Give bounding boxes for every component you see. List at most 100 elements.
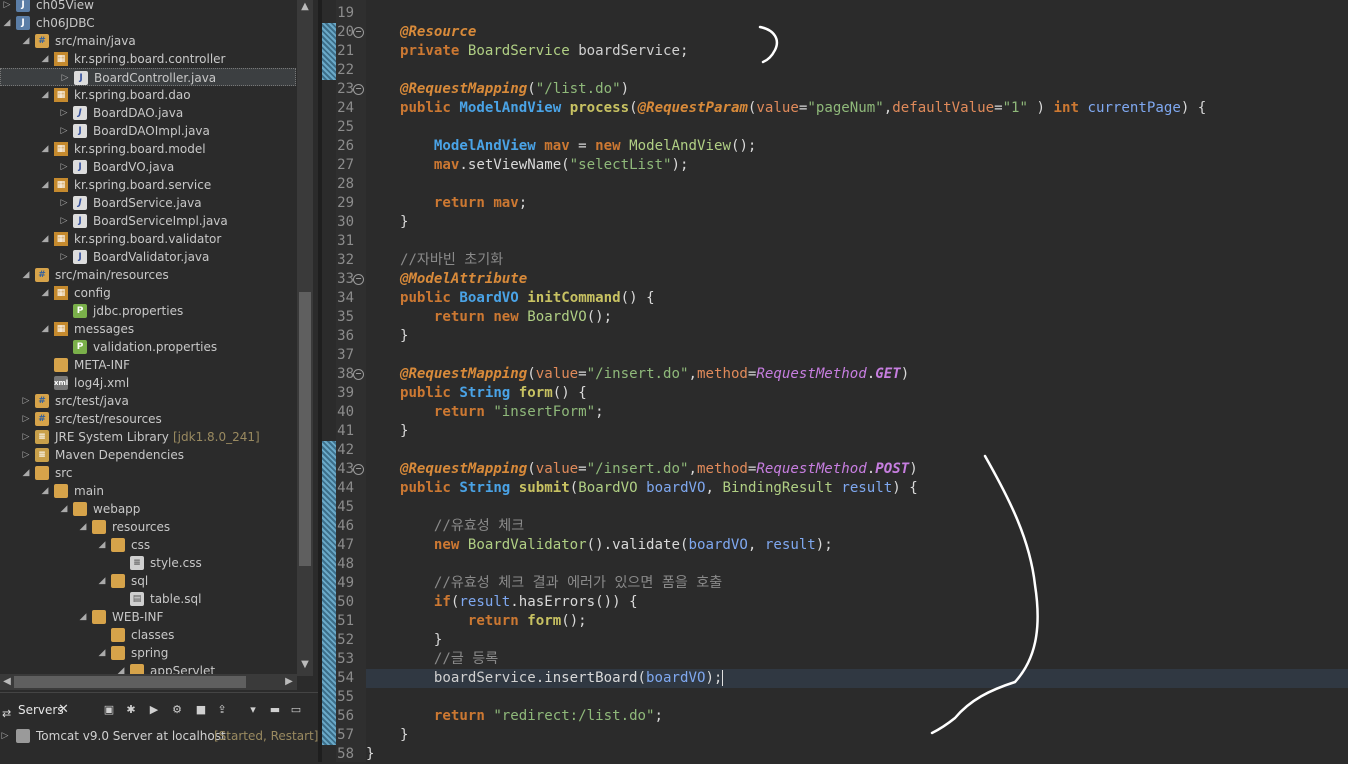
fold-toggle-icon[interactable]: − <box>353 27 364 38</box>
tree-item[interactable]: ◢ Jch06JDBC <box>0 14 296 32</box>
minimize-icon[interactable]: ▬ <box>268 703 282 717</box>
tree-item[interactable]: ◢ # src/main/java <box>0 32 296 50</box>
code-line[interactable]: mav.setViewName("selectList"); <box>366 156 1348 175</box>
stop-server-icon[interactable]: ■ <box>194 703 208 717</box>
collapse-toggle-icon[interactable]: ◢ <box>2 14 12 32</box>
fold-toggle-icon[interactable]: − <box>353 464 364 475</box>
expand-toggle-icon[interactable]: ▷ <box>21 428 31 446</box>
view-menu-icon[interactable]: ▾ <box>246 703 260 717</box>
code-line[interactable] <box>366 555 1348 574</box>
code-line[interactable]: return new BoardVO(); <box>366 308 1348 327</box>
tree-item[interactable]: ◢ ▦ kr.spring.board.service <box>0 176 296 194</box>
tree-item[interactable]: ◢ ▦ config <box>0 284 296 302</box>
tree-item[interactable]: ◢ sql <box>0 572 296 590</box>
expand-toggle-icon[interactable]: ▷ <box>59 248 69 266</box>
code-line[interactable]: public ModelAndView process(@RequestPara… <box>366 99 1348 118</box>
collapse-toggle-icon[interactable]: ◢ <box>97 644 107 662</box>
explorer-vertical-scrollbar[interactable]: ▲ ▼ <box>297 0 313 676</box>
collapse-all-icon[interactable]: ▣ <box>102 703 116 717</box>
tree-item[interactable]: ▷ # src/test/java <box>0 392 296 410</box>
expand-toggle-icon[interactable]: ▷ <box>21 410 31 428</box>
code-line[interactable]: return mav; <box>366 194 1348 213</box>
code-line[interactable]: } <box>366 631 1348 650</box>
tree-item[interactable]: ▷ ≡ JRE System Library [jdk1.8.0_241] <box>0 428 296 446</box>
debug-server-icon[interactable]: ✱ <box>124 703 138 717</box>
fold-toggle-icon[interactable]: − <box>353 84 364 95</box>
code-line[interactable] <box>366 232 1348 251</box>
scroll-right-icon[interactable]: ▶ <box>282 674 296 690</box>
collapse-toggle-icon[interactable]: ◢ <box>40 320 50 338</box>
code-line[interactable]: @RequestMapping(value="/insert.do",metho… <box>366 460 1348 479</box>
tree-item[interactable]: ▷ ≡ Maven Dependencies <box>0 446 296 464</box>
code-line[interactable] <box>366 688 1348 707</box>
tree-item[interactable]: ▷ J BoardValidator.java <box>0 248 296 266</box>
code-line[interactable] <box>366 498 1348 517</box>
code-line[interactable]: return form(); <box>366 612 1348 631</box>
fold-toggle-icon[interactable]: − <box>353 274 364 285</box>
collapse-toggle-icon[interactable]: ◢ <box>78 518 88 536</box>
code-line[interactable]: @ModelAttribute <box>366 270 1348 289</box>
code-line[interactable]: boardService.insertBoard(boardVO); <box>366 669 1348 688</box>
tree-item[interactable]: ▷ J BoardController.java <box>0 68 296 86</box>
code-line[interactable] <box>366 4 1348 23</box>
scroll-left-icon[interactable]: ◀ <box>0 674 14 690</box>
code-line[interactable]: @RequestMapping(value="/insert.do",metho… <box>366 365 1348 384</box>
code-line[interactable]: //글 등록 <box>366 650 1348 669</box>
expand-toggle-icon[interactable]: ▷ <box>59 212 69 230</box>
tree-item[interactable]: ◢ spring <box>0 644 296 662</box>
tree-item[interactable]: ◢ ▦ kr.spring.board.validator <box>0 230 296 248</box>
code-line[interactable]: return "insertForm"; <box>366 403 1348 422</box>
collapse-toggle-icon[interactable]: ◢ <box>40 176 50 194</box>
expand-toggle-icon[interactable]: ▷ <box>21 392 31 410</box>
tree-item[interactable]: ◢ main <box>0 482 296 500</box>
collapse-toggle-icon[interactable]: ◢ <box>21 266 31 284</box>
close-icon[interactable]: ✕ <box>58 699 69 721</box>
scroll-down-icon[interactable]: ▼ <box>297 658 313 672</box>
tree-item[interactable]: ▷ J BoardDAO.java <box>0 104 296 122</box>
collapse-toggle-icon[interactable]: ◢ <box>40 140 50 158</box>
maximize-icon[interactable]: ▭ <box>289 703 303 717</box>
collapse-toggle-icon[interactable]: ◢ <box>97 536 107 554</box>
collapse-toggle-icon[interactable]: ◢ <box>59 500 69 518</box>
scroll-thumb[interactable] <box>299 292 311 566</box>
code-line[interactable]: } <box>366 213 1348 232</box>
tree-item[interactable]: xml log4j.xml <box>0 374 296 392</box>
tree-item[interactable]: ▷ J BoardServiceImpl.java <box>0 212 296 230</box>
explorer-horizontal-scrollbar[interactable]: ◀ ▶ <box>0 674 297 690</box>
expand-toggle-icon[interactable]: ▷ <box>59 158 69 176</box>
collapse-toggle-icon[interactable]: ◢ <box>40 50 50 68</box>
expand-toggle-icon[interactable]: ▷ <box>2 0 12 14</box>
tree-item[interactable]: classes <box>0 626 296 644</box>
code-line[interactable]: public String submit(BoardVO boardVO, Bi… <box>366 479 1348 498</box>
collapse-toggle-icon[interactable]: ◢ <box>78 608 88 626</box>
tree-item[interactable]: ◢ WEB-INF <box>0 608 296 626</box>
tree-item[interactable]: ≡ style.css <box>0 554 296 572</box>
code-line[interactable]: private BoardService boardService; <box>366 42 1348 61</box>
tree-item[interactable]: ◢ webapp <box>0 500 296 518</box>
expand-toggle-icon[interactable]: ▷ <box>59 104 69 122</box>
collapse-toggle-icon[interactable]: ◢ <box>21 464 31 482</box>
tree-item[interactable]: ◢ css <box>0 536 296 554</box>
code-line[interactable]: //자바빈 초기화 <box>366 251 1348 270</box>
code-line[interactable]: } <box>366 745 1348 762</box>
tree-item[interactable]: ◢ ▦ kr.spring.board.model <box>0 140 296 158</box>
code-line[interactable]: public String form() { <box>366 384 1348 403</box>
tree-item[interactable]: Pvalidation.properties <box>0 338 296 356</box>
tree-item[interactable]: ▷ J BoardVO.java <box>0 158 296 176</box>
code-editor[interactable]: @Resource private BoardService boardServ… <box>366 0 1348 762</box>
collapse-toggle-icon[interactable]: ◢ <box>40 86 50 104</box>
scroll-thumb[interactable] <box>14 676 246 688</box>
tree-item[interactable]: ◢ # src/main/resources <box>0 266 296 284</box>
tree-item[interactable]: ◢ ▦ kr.spring.board.controller <box>0 50 296 68</box>
expand-toggle-icon[interactable]: ▷ <box>60 69 70 87</box>
code-line[interactable]: return "redirect:/list.do"; <box>366 707 1348 726</box>
tab-servers[interactable]: ⇄ Servers ✕ <box>0 699 78 721</box>
collapse-toggle-icon[interactable]: ◢ <box>97 572 107 590</box>
code-line[interactable]: public BoardVO initCommand() { <box>366 289 1348 308</box>
code-line[interactable]: //유효성 체크 <box>366 517 1348 536</box>
tree-item[interactable]: ▷ Jch05View <box>0 0 296 14</box>
code-line[interactable]: } <box>366 726 1348 745</box>
collapse-toggle-icon[interactable]: ◢ <box>40 482 50 500</box>
tree-item[interactable]: ◢ src <box>0 464 296 482</box>
tree-item[interactable]: ▷ J BoardService.java <box>0 194 296 212</box>
